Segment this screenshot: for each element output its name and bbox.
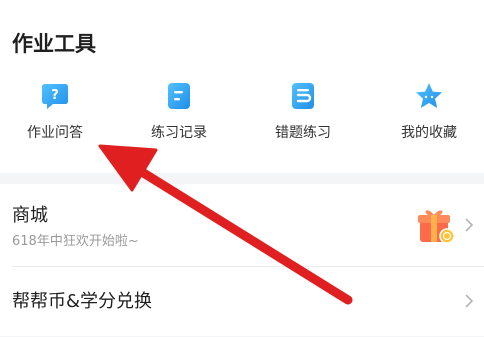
section-title: 作业工具 [12,32,96,56]
tool-label: 错题练习 [275,125,331,141]
question-bubble-icon: ? [42,84,68,109]
svg-text:?: ? [51,88,59,103]
tools-grid: ? 作业问答 练习记录 错题练习 我的收藏 [0,80,484,150]
tool-label: 练习记录 [151,125,207,141]
chevron-right-icon [465,294,474,308]
coin-exchange-title: 帮帮币&学分兑换 [12,291,153,312]
record-list-icon [168,83,190,109]
tool-practice-record[interactable]: 练习记录 [124,80,234,150]
mall-row[interactable]: 商城 618年中狂欢开始啦~ [0,184,484,266]
tool-wrong-question[interactable]: 错题练习 [248,80,358,150]
mall-title: 商城 [12,205,48,226]
tool-homework-qa[interactable]: ? 作业问答 [0,80,110,150]
coin-exchange-row[interactable]: 帮帮币&学分兑换 [0,267,484,336]
tool-label: 作业问答 [27,125,83,141]
tool-label: 我的收藏 [401,125,457,141]
tool-my-favorites[interactable]: 我的收藏 [374,80,484,150]
gift-box-icon [418,210,455,244]
star-favorite-icon [416,83,442,108]
wrong-question-icon [292,83,314,109]
chevron-right-icon [465,218,474,232]
tools-card: 作业工具 ? 作业问答 练习记录 错题练习 我的收藏 [0,0,484,173]
mall-subtitle: 618年中狂欢开始啦~ [12,234,139,249]
menu-card: 商城 618年中狂欢开始啦~ 帮帮币&学分兑换 [0,184,484,336]
